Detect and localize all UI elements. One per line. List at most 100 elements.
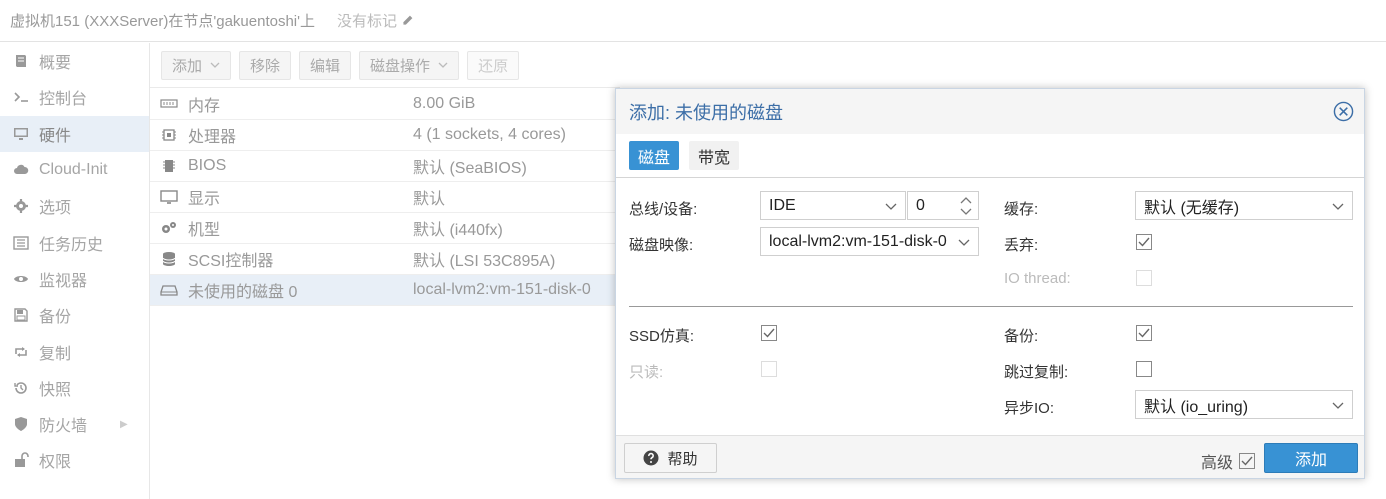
gear-icon xyxy=(12,197,30,215)
add-submit-button[interactable]: 添加 xyxy=(1264,443,1358,473)
async-io-select[interactable]: 默认 (io_uring) xyxy=(1135,390,1353,419)
add-button-label: 添加 xyxy=(172,57,203,75)
row-value: 默认 (SeaBIOS) xyxy=(413,160,527,177)
backup-label: 备份: xyxy=(1004,328,1039,345)
edit-button[interactable]: 编辑 xyxy=(299,50,352,80)
chevron-down-icon xyxy=(438,57,448,74)
add-button[interactable]: 添加 xyxy=(161,50,232,80)
page: 虚拟机151 (XXXServer)在节点'gakuentoshi'上 没有标记… xyxy=(0,0,1386,499)
sidebar-item-hardware[interactable]: 硬件 xyxy=(0,115,149,152)
disk-action-label: 磁盘操作 xyxy=(370,57,431,75)
cache-select[interactable]: 默认 (无缓存) xyxy=(1135,191,1353,220)
ssd-emulation-checkbox[interactable] xyxy=(761,325,777,341)
device-value: 0 xyxy=(916,196,925,214)
row-name: BIOS xyxy=(188,157,227,174)
sidebar-item-label: 防火墙 xyxy=(39,418,88,436)
floppy-icon xyxy=(12,306,30,324)
sidebar-item-console[interactable]: 控制台 xyxy=(0,79,149,115)
help-button[interactable]: 帮助 xyxy=(624,443,717,473)
close-icon[interactable] xyxy=(1333,101,1354,122)
table-row[interactable]: 内存 8.00 GiB xyxy=(150,89,620,120)
iothread-label: IO thread: xyxy=(1004,270,1071,287)
sidebar-nav: 概要 控制台 硬件 Cloud-Init 选项 任务历史 监视器 备份 复制 快… xyxy=(0,43,150,499)
table-row-selected[interactable]: 未使用的磁盘 0 local-lvm2:vm-151-disk-0 xyxy=(150,275,620,306)
revert-button[interactable]: 还原 xyxy=(467,50,520,80)
row-value: 默认 (i440fx) xyxy=(413,222,503,239)
header-bar: 虚拟机151 (XXXServer)在节点'gakuentoshi'上 没有标记 xyxy=(0,0,1386,42)
readonly-checkbox[interactable] xyxy=(761,361,777,377)
sidebar-item-replication[interactable]: 复制 xyxy=(0,333,149,369)
sidebar-item-snapshots[interactable]: 快照 xyxy=(0,370,149,406)
hardware-grid: 内存 8.00 GiB 处理器 4 (1 sockets, 4 cores) B… xyxy=(150,89,620,306)
tags-label: 没有标记 xyxy=(337,13,398,30)
row-name: 显示 xyxy=(188,191,221,208)
microchip-icon xyxy=(150,158,188,174)
table-row[interactable]: 处理器 4 (1 sockets, 4 cores) xyxy=(150,120,620,151)
sidebar-item-label: 选项 xyxy=(39,200,72,218)
advanced-toggle[interactable]: 高级 xyxy=(1201,449,1256,473)
row-name: 内存 xyxy=(188,98,221,115)
memory-icon xyxy=(150,96,188,112)
desktop-icon xyxy=(12,125,30,143)
history-icon xyxy=(12,379,30,397)
shield-icon xyxy=(12,415,30,433)
disk-image-select[interactable]: local-lvm2:vm-151-disk-0 xyxy=(760,227,979,256)
tab-bandwidth[interactable]: 带宽 xyxy=(689,141,740,170)
backup-checkbox[interactable] xyxy=(1136,325,1152,341)
hardware-toolbar: 添加 移除 编辑 磁盘操作 还原 xyxy=(150,43,620,88)
sidebar-item-label: 硬件 xyxy=(39,127,72,145)
sidebar-item-backup[interactable]: 备份 xyxy=(0,297,149,333)
bus-device-label: 总线/设备: xyxy=(629,201,698,218)
advanced-checkbox[interactable] xyxy=(1239,453,1256,469)
sidebar-item-summary[interactable]: 概要 xyxy=(0,43,149,79)
monitor-icon xyxy=(150,189,188,205)
book-icon xyxy=(12,52,30,70)
readonly-label: 只读: xyxy=(629,364,664,381)
add-disk-dialog: 添加: 未使用的磁盘 磁盘 带宽 总线/设备: IDE 0 磁盘映像: loca… xyxy=(615,88,1365,479)
table-row[interactable]: 机型 默认 (i440fx) xyxy=(150,213,620,244)
chevron-down-icon xyxy=(958,239,970,246)
sidebar-item-cloud-init[interactable]: Cloud-Init xyxy=(0,152,149,188)
sidebar-item-label: 备份 xyxy=(39,309,72,327)
checkmark-icon xyxy=(1138,328,1150,338)
tab-disk[interactable]: 磁盘 xyxy=(629,141,680,170)
question-circle-icon xyxy=(643,450,659,466)
sidebar-item-label: Cloud-Init xyxy=(39,161,108,179)
discard-label: 丢弃: xyxy=(1004,237,1039,254)
sidebar-item-firewall[interactable]: 防火墙 ▶ xyxy=(0,406,149,442)
table-row[interactable]: SCSI控制器 默认 (LSI 53C895A) xyxy=(150,244,620,275)
database-icon xyxy=(150,251,188,267)
dialog-footer: 帮助 高级 添加 xyxy=(616,435,1364,478)
row-name: 机型 xyxy=(188,222,221,239)
sidebar-item-label: 权限 xyxy=(39,454,72,472)
row-value: 4 (1 sockets, 4 cores) xyxy=(413,126,566,143)
row-name: SCSI控制器 xyxy=(188,253,274,270)
table-row[interactable]: BIOS 默认 (SeaBIOS) xyxy=(150,151,620,182)
spinner-arrows-icon[interactable] xyxy=(960,195,972,217)
dialog-tabs: 磁盘 带宽 xyxy=(616,134,1364,178)
form-separator xyxy=(629,306,1353,307)
cogs-icon xyxy=(150,220,188,236)
bus-select[interactable]: IDE xyxy=(760,191,906,220)
sidebar-item-options[interactable]: 选项 xyxy=(0,188,149,224)
remove-button-label: 移除 xyxy=(250,57,281,75)
sidebar-item-permissions[interactable]: 权限 xyxy=(0,442,149,478)
table-row[interactable]: 显示 默认 xyxy=(150,182,620,213)
device-number-stepper[interactable]: 0 xyxy=(907,191,979,220)
disk-action-button[interactable]: 磁盘操作 xyxy=(359,50,460,80)
disk-image-label: 磁盘映像: xyxy=(629,237,694,254)
sidebar-item-monitor[interactable]: 监视器 xyxy=(0,261,149,297)
sidebar-item-task-history[interactable]: 任务历史 xyxy=(0,224,149,260)
tags-edit[interactable]: 没有标记 xyxy=(337,10,414,31)
skip-replication-checkbox[interactable] xyxy=(1136,361,1152,377)
remove-button[interactable]: 移除 xyxy=(239,50,292,80)
eye-icon xyxy=(12,270,30,288)
iothread-checkbox[interactable] xyxy=(1136,270,1152,286)
pencil-icon xyxy=(403,15,413,25)
discard-checkbox[interactable] xyxy=(1136,234,1152,250)
cache-label: 缓存: xyxy=(1004,201,1039,218)
edit-button-label: 编辑 xyxy=(310,57,341,75)
row-name: 处理器 xyxy=(188,129,237,146)
bus-value: IDE xyxy=(769,196,796,214)
cpu-icon xyxy=(150,127,188,143)
